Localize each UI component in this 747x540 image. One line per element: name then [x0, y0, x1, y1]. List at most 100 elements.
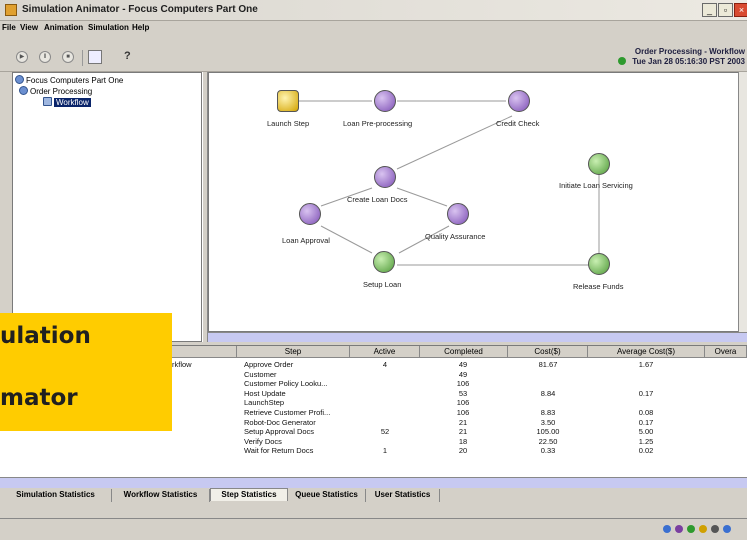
- table-cell: 81.67: [538, 360, 558, 369]
- quality-assurance-node[interactable]: [447, 203, 469, 225]
- tab-workflow-statistics[interactable]: Workflow Statistics: [112, 489, 210, 502]
- table-cell: 49: [458, 369, 468, 379]
- table-cell: 0.02: [638, 446, 654, 456]
- table-cell: 20: [458, 446, 468, 456]
- statistics-tabs: Simulation Statistics Workflow Statistic…: [0, 488, 747, 502]
- column-header-step[interactable]: Step: [237, 346, 350, 358]
- release-funds-node[interactable]: [588, 253, 610, 275]
- table-cell: 0.17: [638, 417, 654, 427]
- tree-item-workflow[interactable]: Workflow: [43, 97, 91, 107]
- step-name-cell: Verify Docs: [244, 436, 282, 446]
- diamond-icon: [699, 525, 707, 533]
- simulation-animator-window: Simulation Animator - Focus Computers Pa…: [0, 0, 747, 540]
- node-label: Initiate Loan Servicing: [559, 181, 633, 190]
- close-icon[interactable]: ×: [734, 3, 747, 17]
- column-header-active[interactable]: Active: [350, 346, 420, 358]
- column-header-completed[interactable]: Completed: [420, 346, 508, 358]
- canvas-vertical-scrollbar[interactable]: [738, 72, 747, 332]
- pause-icon[interactable]: Ⅱ: [39, 51, 51, 63]
- workflow-status-title: Order Processing - Workflow: [634, 47, 745, 56]
- tab-user-statistics[interactable]: User Statistics: [366, 489, 440, 502]
- column-header-overall[interactable]: Overa: [705, 346, 747, 358]
- title-bar: Simulation Animator - Focus Computers Pa…: [0, 0, 747, 21]
- node-label: Loan Pre-processing: [343, 119, 413, 128]
- step-name-cell: LaunchStep: [244, 398, 285, 408]
- window-layout-icon[interactable]: [88, 50, 102, 64]
- menu-help[interactable]: Help: [132, 23, 149, 32]
- table-cell: 53: [458, 388, 468, 398]
- step-name-cell: Setup Approval Docs: [244, 427, 315, 437]
- loan-preprocessing-node[interactable]: [374, 90, 396, 112]
- help-button[interactable]: ?: [124, 50, 131, 62]
- table-cell: 8.84: [540, 388, 556, 398]
- running-status-icon: [618, 57, 626, 65]
- table-cell: 1.25: [638, 436, 654, 446]
- process-icon: [19, 86, 28, 95]
- table-cell: 0.08: [638, 408, 654, 417]
- menu-simulation[interactable]: Simulation: [88, 23, 129, 32]
- step-name-cell: Customer Policy Looku...: [244, 379, 328, 389]
- step-name-cell: Retrieve Customer Profi...: [244, 408, 331, 417]
- step-name-cell: Approve Order: [244, 360, 294, 369]
- step-name-cell: Wait for Return Docs: [244, 446, 314, 456]
- callout-line-2: mator: [0, 385, 78, 411]
- play-icon[interactable]: ▶: [16, 51, 28, 63]
- window-title: Simulation Animator - Focus Computers Pa…: [22, 4, 258, 15]
- tab-simulation-statistics[interactable]: Simulation Statistics: [0, 489, 112, 502]
- table-cell: 106: [456, 398, 470, 408]
- map-icon: [711, 525, 719, 533]
- minimize-icon[interactable]: _: [702, 3, 717, 17]
- toolbar-separator: [82, 50, 83, 66]
- menu-bar: File View Animation Simulation Help: [0, 21, 747, 35]
- table-cell: 4: [382, 360, 388, 369]
- launch-step-node[interactable]: [277, 90, 299, 112]
- loan-approval-node[interactable]: [299, 203, 321, 225]
- node-label: Quality Assurance: [425, 232, 486, 241]
- tab-step-statistics[interactable]: Step Statistics: [210, 488, 288, 501]
- menu-animation[interactable]: Animation: [44, 23, 83, 32]
- menu-file[interactable]: File: [2, 23, 16, 32]
- node-label: Loan Approval: [282, 236, 330, 245]
- setup-loan-node[interactable]: [373, 251, 395, 273]
- table-cell: 49: [458, 360, 468, 369]
- table-cell: 1: [382, 446, 388, 456]
- network-icon: [723, 525, 731, 533]
- menu-view[interactable]: View: [20, 23, 38, 32]
- workflow-icon: [43, 97, 52, 106]
- project-icon: [15, 75, 24, 84]
- canvas-horizontal-scrollbar[interactable]: [208, 332, 747, 342]
- node-label: Create Loan Docs: [347, 195, 408, 204]
- table-cell: 18: [458, 436, 468, 446]
- node-label: Release Funds: [573, 282, 624, 291]
- initiate-loan-servicing-node[interactable]: [588, 153, 610, 175]
- create-loan-docs-node[interactable]: [374, 166, 396, 188]
- queue-icon: [675, 525, 683, 533]
- table-cell: 106: [456, 379, 470, 389]
- tree-item-root[interactable]: Focus Computers Part One: [15, 75, 123, 85]
- table-cell: 105.00: [536, 427, 560, 437]
- table-cell: 0.17: [638, 388, 654, 398]
- table-cell: 22.50: [538, 436, 558, 446]
- table-cell: 3.50: [540, 417, 556, 427]
- column-header-average-cost[interactable]: Average Cost($): [588, 346, 705, 358]
- table-cell: 8.83: [540, 408, 556, 417]
- stop-icon[interactable]: ■: [62, 51, 74, 63]
- table-cell: 21: [458, 417, 468, 427]
- table-cell: 5.00: [638, 427, 654, 437]
- table-cell: 21: [458, 427, 468, 437]
- table-cell: 1.67: [638, 360, 654, 369]
- tab-queue-statistics[interactable]: Queue Statistics: [288, 489, 366, 502]
- maximize-icon[interactable]: ▫: [718, 3, 733, 17]
- table-cell: 0.33: [540, 446, 556, 456]
- table-cell: 52: [380, 427, 390, 437]
- node-label: Launch Step: [267, 119, 310, 128]
- step-icon: [687, 525, 695, 533]
- step-name-cell: Host Update: [244, 388, 286, 398]
- table-horizontal-scrollbar[interactable]: [0, 477, 747, 488]
- tree-item-order-processing[interactable]: Order Processing: [19, 86, 92, 96]
- step-name-cell: Robot-Doc Generator: [244, 417, 316, 427]
- users-icon: [663, 525, 671, 533]
- status-bar: [0, 518, 747, 540]
- column-header-cost[interactable]: Cost($): [508, 346, 588, 358]
- credit-check-node[interactable]: [508, 90, 530, 112]
